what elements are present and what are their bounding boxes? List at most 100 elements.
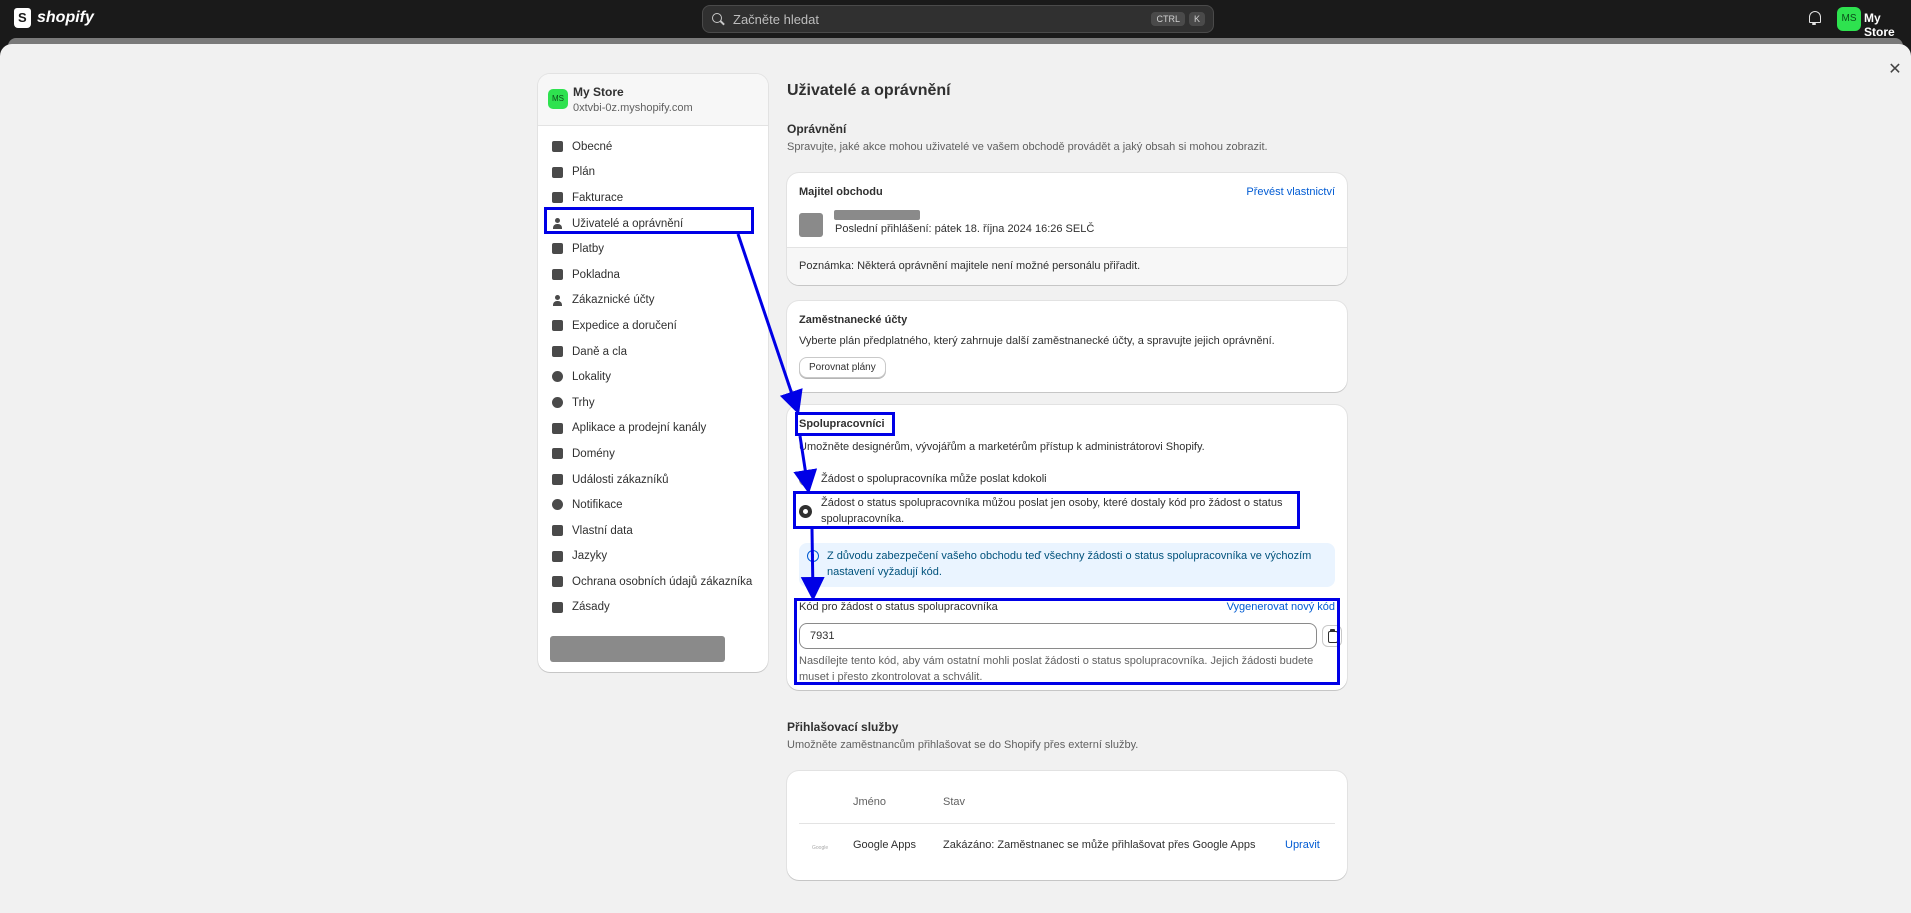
compare-plans-button[interactable]: Porovnat plány (799, 357, 886, 378)
nav-item-domains[interactable]: Domény (538, 441, 768, 467)
info-banner-text: Z důvodu zabezpečení vašeho obchodu teď … (827, 550, 1312, 578)
nav-item-label: Expedice a doručení (572, 319, 677, 332)
last-login: Poslední přihlášení: pátek 18. října 202… (835, 223, 1095, 235)
nav-item-label: Aplikace a prodejní kanály (572, 422, 707, 435)
nav-item-general[interactable]: Obecné (538, 134, 768, 160)
service-status: Zakázáno: Zaměstnanec se může přihlašova… (943, 839, 1256, 851)
col-header-status: Stav (943, 796, 966, 808)
nav-item-label: Zásady (572, 601, 610, 614)
search-placeholder: Začněte hledat (733, 11, 820, 27)
page-title: Uživatelé a oprávnění (787, 82, 951, 99)
store-name: My Store (573, 85, 624, 99)
shopify-bag-icon (14, 8, 31, 28)
cart-icon (552, 268, 563, 280)
users-icon (552, 217, 563, 229)
payments-icon (552, 243, 563, 255)
shopify-logo[interactable]: shopify (14, 8, 94, 28)
top-bar: shopify Začněte hledat CTRL K MS My Stor… (0, 0, 1911, 39)
nav-item-markets[interactable]: Trhy (538, 390, 768, 416)
policy-icon (552, 601, 563, 613)
nav-item-label: Plán (572, 166, 596, 179)
option-anyone-label: Žádost o spolupracovníka může poslat kdo… (821, 473, 1047, 485)
nav-item-label: Trhy (572, 396, 595, 409)
regenerate-code-link[interactable]: Vygenerovat nový kód (1227, 601, 1335, 613)
cursor-icon (552, 473, 563, 485)
nav-item-languages[interactable]: Jazyky (538, 544, 768, 570)
nav-item-policies[interactable]: Zásady (538, 595, 768, 621)
store-avatar: MS (548, 89, 568, 109)
nav-item-label: Zákaznické účty (572, 294, 655, 307)
info-icon (807, 550, 819, 562)
plan-icon (552, 166, 563, 178)
collaborators-title: Spolupracovníci (799, 418, 885, 430)
nav-item-locations[interactable]: Lokality (538, 364, 768, 390)
data-icon (552, 524, 563, 536)
nav-item-label: Obecné (572, 140, 613, 153)
nav-item-label: Lokality (572, 371, 611, 384)
bell-icon[interactable] (1807, 10, 1821, 26)
store-menu[interactable]: My Store (1864, 11, 1911, 39)
owner-note-strip: Poznámka: Některá oprávnění majitele nen… (787, 247, 1347, 285)
permissions-subtitle: Spravujte, jaké akce mohou uživatelé ve … (787, 141, 1268, 153)
shortcut-ctrl: CTRL (1151, 12, 1185, 26)
nav-item-label: Pokladna (572, 268, 620, 281)
nav-item-notifications[interactable]: Notifikace (538, 492, 768, 518)
owner-name-redacted (834, 210, 920, 220)
customer-icon (552, 294, 563, 306)
nav-item-privacy[interactable]: Ochrana osobních údajů zákazníka (538, 569, 768, 595)
nav-item-custom-data[interactable]: Vlastní data (538, 518, 768, 544)
nav-item-billing[interactable]: Fakturace (538, 185, 768, 211)
radio-code-required[interactable] (799, 505, 812, 518)
nav-item-label: Jazyky (572, 550, 608, 563)
location-icon (552, 371, 563, 383)
truck-icon (552, 320, 563, 332)
code-hint: Nasdílejte tento kód, aby vám ostatní mo… (799, 655, 1314, 683)
info-banner: Z důvodu zabezpečení vašeho obchodu teď … (799, 543, 1335, 587)
owner-avatar (799, 213, 823, 237)
bell-icon (552, 499, 563, 511)
nav-item-label: Platby (572, 243, 604, 256)
logo-text: shopify (37, 9, 94, 26)
code-label: Kód pro žádost o status spolupracovníka (799, 601, 998, 613)
collaborators-desc: Umožněte designérům, vývojářům a marketé… (799, 441, 1205, 453)
copy-icon[interactable] (1322, 625, 1342, 647)
nav-item-label: Domény (572, 447, 615, 460)
close-icon[interactable]: ✕ (1886, 61, 1904, 79)
nav-item-payments[interactable]: Platby (538, 236, 768, 262)
apps-icon (552, 422, 563, 434)
login-services-subtitle: Umožněte zaměstnancům přihlašovat se do … (787, 739, 1139, 751)
login-services-card: Jméno Stav Google Google Apps Zakázáno: … (787, 771, 1347, 880)
table-divider (799, 823, 1335, 824)
edit-service-link[interactable]: Upravit (1285, 839, 1320, 851)
col-header-name: Jméno (853, 796, 887, 808)
nav-item-customer-accounts[interactable]: Zákaznické účty (538, 288, 768, 314)
nav-item-checkout[interactable]: Pokladna (538, 262, 768, 288)
settings-nav: MS My Store 0xtvbi-0z.myshopify.com Obec… (538, 74, 768, 672)
store-header: MS My Store 0xtvbi-0z.myshopify.com (538, 74, 768, 126)
staff-desc: Vyberte plán předplatného, který zahrnuj… (799, 335, 1275, 347)
nav-item-customer-events[interactable]: Události zákazníků (538, 467, 768, 493)
staff-title: Zaměstnanecké účty (799, 314, 908, 326)
radio-anyone[interactable] (799, 473, 812, 486)
nav-item-shipping[interactable]: Expedice a doručení (538, 313, 768, 339)
nav-item-taxes[interactable]: Daně a cla (538, 339, 768, 365)
nav-item-label: Ochrana osobních údajů zákazníka (572, 575, 753, 588)
language-icon (552, 550, 563, 562)
nav-list: Obecné Plán Fakturace Uživatelé a oprávn… (538, 126, 768, 620)
collaborator-code-field[interactable]: 7931 (799, 623, 1317, 649)
nav-item-apps[interactable]: Aplikace a prodejní kanály (538, 416, 768, 442)
billing-icon (552, 192, 563, 204)
lock-icon (552, 576, 563, 588)
search-bar[interactable]: Začněte hledat CTRL K (702, 5, 1214, 33)
nav-item-plan[interactable]: Plán (538, 160, 768, 186)
permissions-title: Oprávnění (787, 122, 847, 136)
nav-item-label: Notifikace (572, 499, 623, 512)
tax-icon (552, 345, 563, 357)
nav-item-label: Uživatelé a oprávnění (572, 217, 684, 230)
staff-card: Zaměstnanecké účty Vyberte plán předplat… (787, 301, 1347, 392)
store-domain: 0xtvbi-0z.myshopify.com (573, 102, 693, 114)
nav-item-users[interactable]: Uživatelé a oprávnění (538, 211, 768, 237)
nav-item-label: Události zákazníků (572, 473, 669, 486)
transfer-ownership-link[interactable]: Převést vlastnictví (1246, 186, 1335, 198)
avatar[interactable]: MS (1837, 7, 1861, 31)
